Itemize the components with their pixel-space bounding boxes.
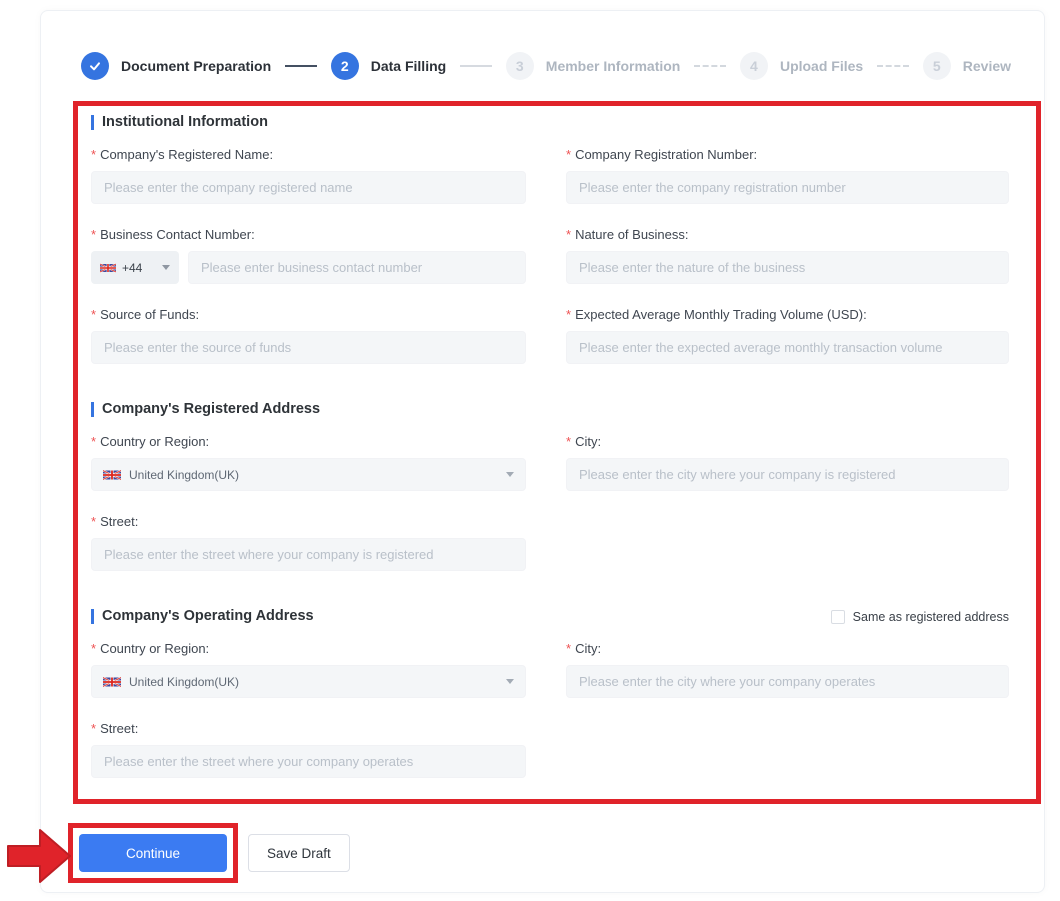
annotation-arrow-icon <box>5 825 73 892</box>
actions-bar: Continue Save Draft <box>68 823 350 883</box>
trading-volume-input[interactable] <box>566 331 1009 364</box>
field-registered-name: *Company's Registered Name: <box>91 147 526 204</box>
field-registered-country: *Country or Region: United Kingdom(UK) <box>91 434 526 491</box>
field-operating-street: *Street: <box>91 721 526 778</box>
required-asterisk: * <box>566 307 571 322</box>
save-draft-button[interactable]: Save Draft <box>248 834 350 872</box>
required-asterisk: * <box>91 514 96 529</box>
field-label: *City: <box>566 434 1009 449</box>
required-asterisk: * <box>91 434 96 449</box>
continue-button[interactable]: Continue <box>79 834 227 872</box>
step-label: Upload Files <box>780 58 863 74</box>
step-number: 5 <box>923 52 951 80</box>
field-label: *Street: <box>91 514 526 529</box>
field-label: *Country or Region: <box>91 641 526 656</box>
required-asterisk: * <box>91 721 96 736</box>
form-area: Institutional Information *Company's Reg… <box>91 113 1009 801</box>
operating-city-input[interactable] <box>566 665 1009 698</box>
field-label: *Street: <box>91 721 526 736</box>
step-connector <box>694 65 726 67</box>
field-registered-street: *Street: <box>91 514 526 571</box>
required-asterisk: * <box>566 147 571 162</box>
registration-number-input[interactable] <box>566 171 1009 204</box>
operating-country-select[interactable]: United Kingdom(UK) <box>91 665 526 698</box>
step-number: 3 <box>506 52 534 80</box>
step-connector <box>285 65 317 67</box>
uk-flag-icon <box>100 263 116 273</box>
field-registration-number: *Company Registration Number: <box>566 147 1009 204</box>
required-asterisk: * <box>91 147 96 162</box>
dial-code-select[interactable]: +44 <box>91 251 179 284</box>
dial-code-value: +44 <box>122 261 142 275</box>
step-label: Data Filling <box>371 58 446 74</box>
section-title-operating-address: Company's Operating Address <box>91 609 314 624</box>
chevron-down-icon <box>506 679 514 684</box>
field-operating-country: *Country or Region: United Kingdom(UK) <box>91 641 526 698</box>
checkbox-box[interactable] <box>831 610 845 624</box>
step-document-preparation[interactable]: Document Preparation <box>81 52 271 80</box>
uk-flag-icon <box>103 469 121 481</box>
page: Document Preparation 2 Data Filling 3 Me… <box>0 0 1060 901</box>
step-data-filling[interactable]: 2 Data Filling <box>331 52 446 80</box>
nature-of-business-input[interactable] <box>566 251 1009 284</box>
checkbox-label: Same as registered address <box>853 610 1009 624</box>
section-title-institutional: Institutional Information <box>91 115 268 130</box>
field-nature-of-business: *Nature of Business: <box>566 227 1009 284</box>
step-label: Review <box>963 58 1011 74</box>
source-of-funds-input[interactable] <box>91 331 526 364</box>
step-connector <box>877 65 909 67</box>
step-upload-files[interactable]: 4 Upload Files <box>740 52 863 80</box>
section-title-registered-address: Company's Registered Address <box>91 402 320 417</box>
same-as-registered-checkbox[interactable]: Same as registered address <box>831 610 1009 624</box>
operating-street-input[interactable] <box>91 745 526 778</box>
contact-number-input[interactable] <box>188 251 526 284</box>
field-label: *Country or Region: <box>91 434 526 449</box>
registered-street-input[interactable] <box>91 538 526 571</box>
field-label: *Source of Funds: <box>91 307 526 322</box>
required-asterisk: * <box>91 227 96 242</box>
chevron-down-icon <box>506 472 514 477</box>
registered-city-input[interactable] <box>566 458 1009 491</box>
field-label: *Company's Registered Name: <box>91 147 526 162</box>
required-asterisk: * <box>566 434 571 449</box>
step-number: 2 <box>331 52 359 80</box>
required-asterisk: * <box>566 641 571 656</box>
operating-country-value: United Kingdom(UK) <box>129 675 239 689</box>
step-member-information[interactable]: 3 Member Information <box>506 52 681 80</box>
step-connector <box>460 65 492 67</box>
field-label: *Expected Average Monthly Trading Volume… <box>566 307 1009 322</box>
step-label: Member Information <box>546 58 681 74</box>
required-asterisk: * <box>566 227 571 242</box>
registration-card: Document Preparation 2 Data Filling 3 Me… <box>40 10 1045 893</box>
annotation-box-continue: Continue <box>68 823 238 883</box>
step-review[interactable]: 5 Review <box>923 52 1011 80</box>
required-asterisk: * <box>91 307 96 322</box>
step-label: Document Preparation <box>121 58 271 74</box>
field-contact-number: *Business Contact Number: +44 <box>91 227 526 284</box>
field-registered-city: *City: <box>566 434 1009 491</box>
field-label: *Company Registration Number: <box>566 147 1009 162</box>
field-label: *City: <box>566 641 1009 656</box>
registered-country-select[interactable]: United Kingdom(UK) <box>91 458 526 491</box>
registered-country-value: United Kingdom(UK) <box>129 468 239 482</box>
stepper: Document Preparation 2 Data Filling 3 Me… <box>81 52 1011 80</box>
required-asterisk: * <box>91 641 96 656</box>
step-number: 4 <box>740 52 768 80</box>
field-operating-city: *City: <box>566 641 1009 698</box>
field-label: *Business Contact Number: <box>91 227 526 242</box>
step-done-check-icon <box>81 52 109 80</box>
uk-flag-icon <box>103 676 121 688</box>
field-label: *Nature of Business: <box>566 227 1009 242</box>
registered-name-input[interactable] <box>91 171 526 204</box>
field-source-of-funds: *Source of Funds: <box>91 307 526 364</box>
field-trading-volume: *Expected Average Monthly Trading Volume… <box>566 307 1009 364</box>
chevron-down-icon <box>162 265 170 270</box>
